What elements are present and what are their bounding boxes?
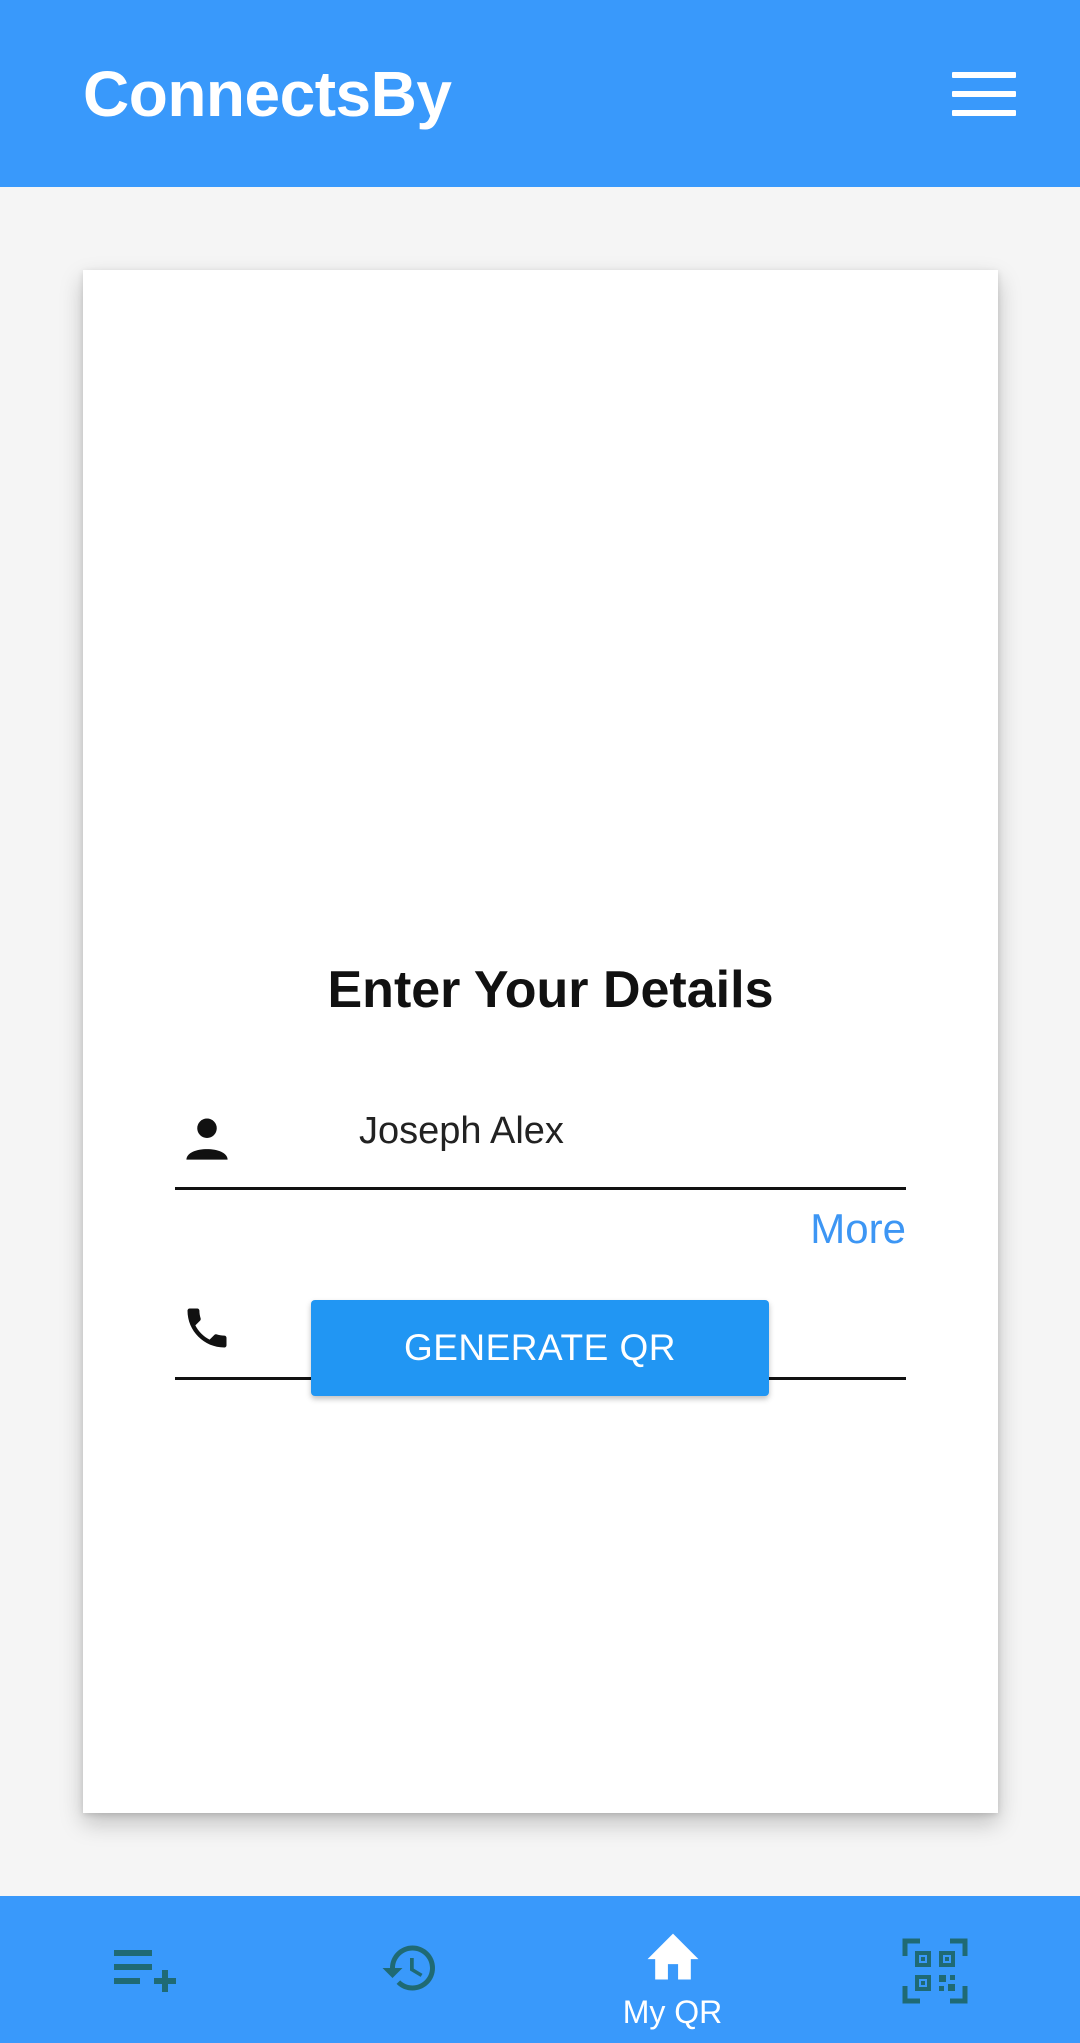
- app-bar: ConnectsBy: [0, 0, 1080, 187]
- more-link[interactable]: More: [810, 1205, 906, 1253]
- qr-scan-icon: [902, 1938, 968, 2004]
- nav-item-scan-qr[interactable]: [880, 1896, 990, 2043]
- name-input[interactable]: [359, 1110, 879, 1153]
- details-card: Enter Your Details More GENERATE QR: [83, 270, 998, 1813]
- menu-icon[interactable]: [952, 71, 1016, 116]
- bottom-nav: My QR: [0, 1896, 1080, 2043]
- playlist-add-icon: [114, 1950, 176, 1992]
- generate-qr-button[interactable]: GENERATE QR: [311, 1300, 769, 1396]
- nav-item-history[interactable]: [355, 1896, 465, 2043]
- history-icon: [382, 1945, 435, 1991]
- phone-icon: [187, 1308, 227, 1348]
- nav-label-my-qr: My QR: [622, 1994, 723, 2030]
- nav-item-add-list[interactable]: [90, 1896, 200, 2043]
- home-icon: [647, 1933, 699, 1980]
- nav-item-my-qr[interactable]: My QR: [590, 1896, 755, 2043]
- name-field[interactable]: [175, 1090, 906, 1190]
- page-title: Enter Your Details: [327, 961, 774, 1019]
- person-icon: [186, 1118, 228, 1160]
- app-title: ConnectsBy: [83, 57, 452, 130]
